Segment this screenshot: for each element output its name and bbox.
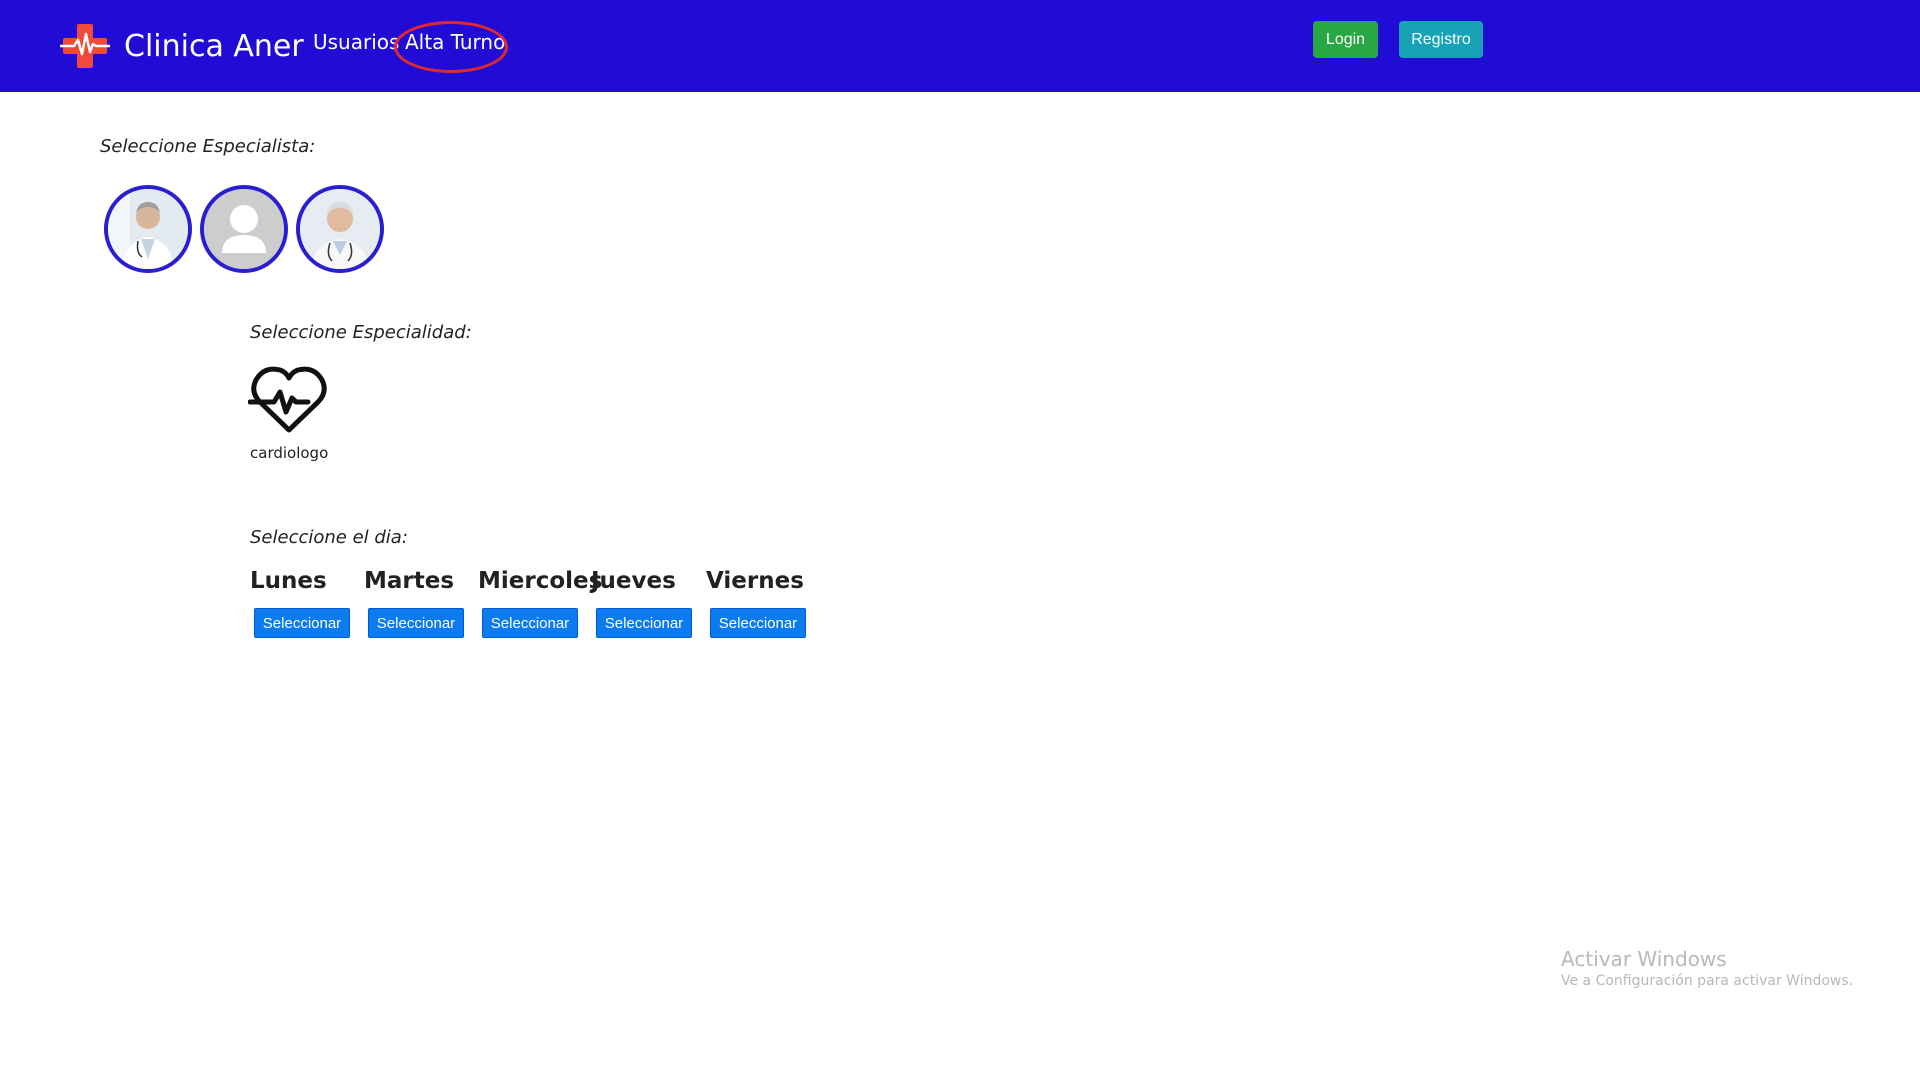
nav-link-usuarios[interactable]: Usuarios bbox=[313, 30, 399, 54]
day-name-jueves: Jueves bbox=[591, 568, 676, 594]
doctor-avatar-3[interactable] bbox=[296, 185, 384, 273]
doctor-avatar-1[interactable] bbox=[104, 185, 192, 273]
windows-activation-subtitle: Ve a Configuración para activar Windows. bbox=[1561, 973, 1854, 989]
heart-pulse-icon bbox=[248, 366, 327, 433]
day-name-lunes: Lunes bbox=[250, 568, 327, 594]
day-name-miercoles: Miercoles bbox=[478, 568, 603, 594]
especialista-label: Seleccione Especialista: bbox=[100, 136, 316, 157]
medical-cross-heartbeat-icon bbox=[60, 24, 110, 68]
dia-label: Seleccione el dia: bbox=[250, 527, 408, 548]
login-button[interactable]: Login bbox=[1313, 21, 1378, 58]
day-name-viernes: Viernes bbox=[706, 568, 804, 594]
brand-name: Clinica Aner bbox=[124, 28, 304, 64]
seleccionar-martes-button[interactable]: Seleccionar bbox=[368, 608, 464, 638]
default-user-icon bbox=[204, 189, 284, 269]
seleccionar-miercoles-button[interactable]: Seleccionar bbox=[482, 608, 578, 638]
seleccionar-jueves-button[interactable]: Seleccionar bbox=[596, 608, 692, 638]
specialty-item-cardiologo[interactable]: cardiologo bbox=[248, 364, 332, 462]
seleccionar-lunes-button[interactable]: Seleccionar bbox=[254, 608, 350, 638]
specialty-label: cardiologo bbox=[250, 444, 329, 462]
registro-button[interactable]: Registro bbox=[1399, 21, 1483, 58]
brand-link[interactable]: Clinica Aner bbox=[60, 22, 304, 70]
doctor-photo-icon bbox=[108, 189, 188, 269]
windows-activation-title: Activar Windows bbox=[1561, 947, 1727, 971]
navbar: Clinica Aner Usuarios Alta Turno Login R… bbox=[0, 0, 1920, 92]
doctor-avatar-2[interactable] bbox=[200, 185, 288, 273]
doctor-photo-icon bbox=[300, 189, 380, 269]
nav-link-alta-turno[interactable]: Alta Turno bbox=[405, 30, 505, 54]
seleccionar-viernes-button[interactable]: Seleccionar bbox=[710, 608, 806, 638]
day-name-martes: Martes bbox=[364, 568, 455, 594]
especialidad-label: Seleccione Especialidad: bbox=[250, 322, 472, 343]
